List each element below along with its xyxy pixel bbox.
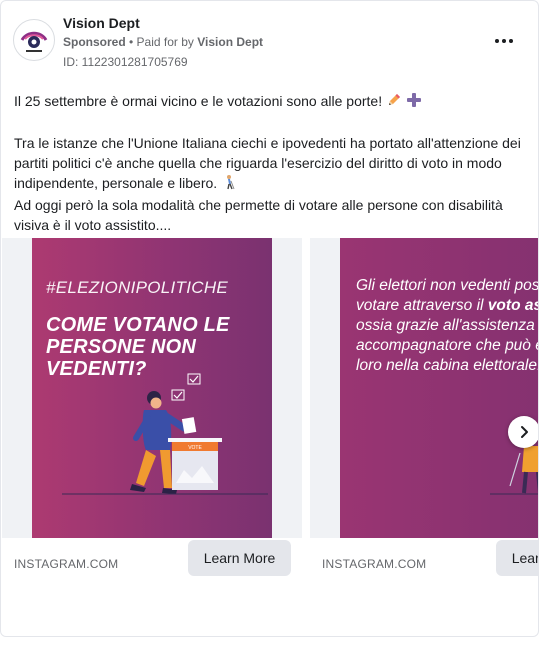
carousel-card-2-footer: INSTAGRAM.COM Learn More — [310, 538, 538, 583]
voting-illustration: VOTE — [62, 373, 268, 495]
paid-for-prefix: • Paid for by — [125, 35, 198, 49]
carousel-card-1-image[interactable]: #ELEZIONIPOLITICHE COME VOTANO LE PERSON… — [32, 238, 272, 538]
card-domain[interactable]: INSTAGRAM.COM — [322, 557, 426, 571]
person-with-cane-icon — [221, 174, 237, 195]
chevron-right-icon — [521, 426, 528, 438]
advertiser-avatar[interactable] — [13, 19, 55, 61]
carousel-next-button[interactable] — [508, 416, 538, 448]
more-options-button[interactable] — [490, 31, 518, 51]
post-paragraph-2-text: Tra le istanze che l'Unione Italiana cie… — [14, 135, 525, 191]
ad-id: ID: 1122301281705769 — [63, 55, 188, 69]
carousel-card-2[interactable]: Gli elettori non vedenti possono votare … — [310, 238, 538, 583]
post-paragraph-2: Tra le istanze che l'Unione Italiana cie… — [14, 133, 529, 195]
learn-more-button[interactable]: Learn More — [496, 540, 538, 576]
ad-card: Vision Dept Sponsored • Paid for by Visi… — [0, 0, 539, 637]
pencil-icon — [386, 92, 402, 113]
card-domain[interactable]: INSTAGRAM.COM — [14, 557, 118, 571]
more-options-icon — [495, 39, 513, 43]
sponsored-label: Sponsored — [63, 35, 126, 49]
learn-more-button[interactable]: Learn More — [188, 540, 291, 576]
post-text: Il 25 settembre è ormai vicino e le vota… — [14, 91, 529, 235]
carousel-card-1-footer: INSTAGRAM.COM Learn More — [2, 538, 302, 583]
sponsored-meta: Sponsored • Paid for by Vision Dept — [63, 35, 263, 49]
companion-illustration — [490, 426, 538, 495]
post-line-1: Il 25 settembre è ormai vicino e le vota… — [14, 91, 529, 113]
eye-logo-icon — [20, 31, 48, 52]
ballot-label: VOTE — [188, 445, 202, 451]
plus-icon — [406, 92, 422, 113]
post-paragraph-3: Ad oggi però la sola modalità che permet… — [14, 197, 507, 233]
post-line-1-text: Il 25 settembre è ormai vicino e le vota… — [14, 93, 386, 109]
advertiser-name[interactable]: Vision Dept — [63, 15, 140, 31]
carousel-card-1[interactable]: #ELEZIONIPOLITICHE COME VOTANO LE PERSON… — [2, 238, 302, 583]
carousel-card-2-image[interactable]: Gli elettori non vedenti possono votare … — [340, 238, 538, 538]
paid-for-name[interactable]: Vision Dept — [197, 35, 263, 49]
ad-carousel[interactable]: #ELEZIONIPOLITICHE COME VOTANO LE PERSON… — [1, 238, 538, 583]
